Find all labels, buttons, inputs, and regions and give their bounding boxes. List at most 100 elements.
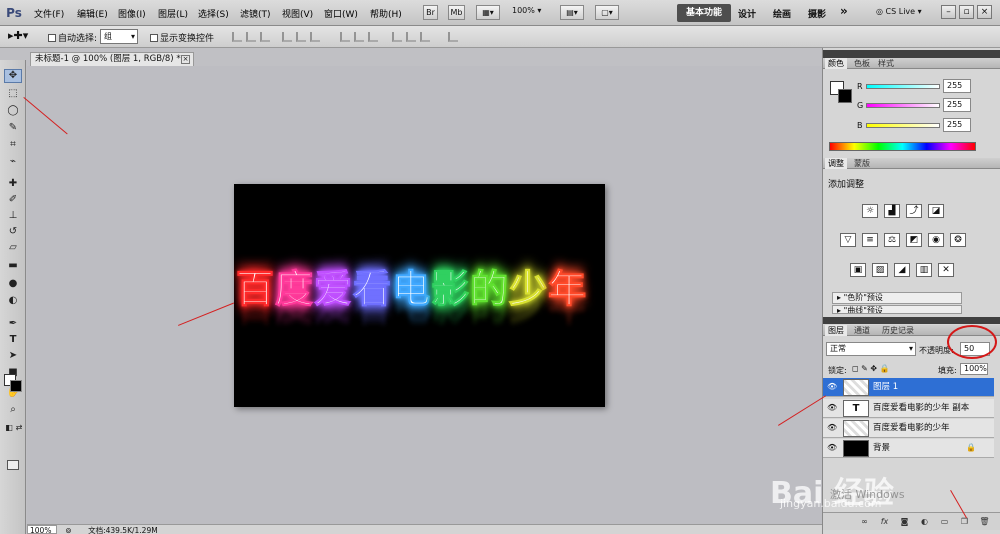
r-slider[interactable] [866,84,940,89]
tab-masks[interactable]: 蒙版 [851,158,873,169]
menu-window[interactable]: 窗口(W) [324,7,358,20]
distribute-top-icon[interactable] [340,32,350,42]
black-white-icon[interactable]: ◩ [906,233,922,247]
menu-file[interactable]: 文件(F) [34,7,64,20]
distribute-bottom-icon[interactable] [368,32,378,42]
preset-levels[interactable]: ▸ "色阶"预设 [832,292,962,304]
zoom-tool-icon[interactable]: ⌕ [6,404,20,416]
gradient-tool-icon[interactable]: ▬ [6,260,20,272]
menu-edit[interactable]: 编辑(E) [77,7,108,20]
status-zoom[interactable]: 100% [27,525,57,534]
blend-mode-select[interactable]: 正常 ▾ [826,342,916,356]
new-layer-icon[interactable]: ❐ [959,517,970,527]
align-bottom-icon[interactable] [260,32,270,42]
distribute-right-icon[interactable] [420,32,430,42]
g-slider[interactable] [866,103,940,108]
swap-colors-icon[interactable]: ⇄ [12,422,26,434]
restore-icon[interactable]: ▫ [959,5,974,19]
distribute-left-icon[interactable] [392,32,402,42]
brightness-contrast-icon[interactable]: ☼ [862,204,878,218]
status-info-icon[interactable]: ⊚ [65,526,71,534]
new-group-icon[interactable]: ▭ [939,517,950,527]
menu-help[interactable]: 帮助(H) [370,7,402,20]
screen-mode-button[interactable]: ▢▾ [595,5,619,20]
document-tab[interactable]: 未标题-1 @ 100% (图层 1, RGB/8) * × [30,52,194,66]
link-layers-icon[interactable]: ∞ [859,517,870,527]
menu-select[interactable]: 选择(S) [198,7,229,20]
auto-align-icon[interactable] [448,32,458,42]
arrange-documents-button[interactable]: ▤▾ [560,5,584,20]
b-input[interactable]: 255 [943,118,971,132]
marquee-tool-icon[interactable]: ⬚ [6,88,20,100]
color-spectrum[interactable] [829,142,976,151]
adjustment-layer-icon[interactable]: ◐ [919,517,930,527]
auto-select-target-select[interactable]: 组 ▾ [100,29,138,44]
hue-saturation-icon[interactable]: ≡ [862,233,878,247]
align-vcenter-icon[interactable] [246,32,256,42]
delete-layer-icon[interactable]: 🗑 [979,517,990,527]
history-brush-tool-icon[interactable]: ↺ [6,226,20,238]
selective-color-icon[interactable]: ✕ [938,263,954,277]
dodge-tool-icon[interactable]: ◐ [6,295,20,307]
layer-row-background[interactable]: 👁 背景 🔒 [823,439,994,458]
g-input[interactable]: 255 [943,98,971,112]
tab-layers[interactable]: 图层 [825,325,847,336]
quick-select-tool-icon[interactable]: ✎ [6,122,20,134]
auto-select-checkbox[interactable]: 自动选择: [48,31,97,44]
tab-channels[interactable]: 通道 [851,325,873,336]
show-transform-checkbox[interactable]: 显示变换控件 [150,31,214,44]
pen-tool-icon[interactable]: ✒ [6,318,20,330]
b-slider[interactable] [866,123,940,128]
more-workspaces-button[interactable]: » [840,4,848,18]
align-left-icon[interactable] [282,32,292,42]
eyedropper-tool-icon[interactable]: ⌁ [6,156,20,168]
distribute-vcenter-icon[interactable] [354,32,364,42]
color-panel-background-swatch[interactable] [838,89,852,103]
preset-curves[interactable]: ▸ "曲线"预设 [832,305,962,314]
type-tool-icon[interactable]: T [6,334,20,346]
color-balance-icon[interactable]: ⚖ [884,233,900,247]
channel-mixer-icon[interactable]: ❂ [950,233,966,247]
minimize-icon[interactable]: – [941,5,956,19]
lock-icons[interactable]: ◻ ✎ ✥ 🔒 [852,364,890,373]
brush-tool-icon[interactable]: ✐ [6,194,20,206]
menu-view[interactable]: 视图(V) [282,7,313,20]
tab-color[interactable]: 颜色 [825,58,847,69]
background-color-swatch[interactable] [10,380,22,392]
path-select-tool-icon[interactable]: ➤ [6,350,20,362]
tab-history[interactable]: 历史记录 [879,325,917,336]
photo-filter-icon[interactable]: ◉ [928,233,944,247]
fill-input[interactable]: 100% [960,363,988,375]
lasso-tool-icon[interactable]: ◯ [6,105,20,117]
zoom-level-select[interactable]: 100% ▾ [512,6,541,15]
layer-style-icon[interactable]: fx [879,517,890,527]
workspace-painting[interactable]: 绘画 [773,7,791,20]
threshold-icon[interactable]: ◢ [894,263,910,277]
crop-tool-icon[interactable]: ⌗ [6,139,20,151]
tab-styles[interactable]: 样式 [875,58,897,69]
vibrance-icon[interactable]: ▽ [840,233,856,247]
cs-live-menu[interactable]: ◎ CS Live ▾ [876,7,922,16]
curves-icon[interactable]: ⤴ [906,204,922,218]
levels-icon[interactable]: ▟ [884,204,900,218]
align-top-icon[interactable] [232,32,242,42]
quick-mask-icon[interactable] [7,460,19,470]
align-right-icon[interactable] [310,32,320,42]
r-input[interactable]: 255 [943,79,971,93]
document-canvas[interactable]: 百度爱看电影的少年 百度爱看电影的少年 [234,184,605,407]
bridge-button[interactable]: Br [423,5,438,20]
layer-row-text-raster[interactable]: 👁 百度爱看电影的少年 [823,419,994,438]
gradient-map-icon[interactable]: ▥ [916,263,932,277]
healing-brush-tool-icon[interactable]: ✚ [6,178,20,190]
layer-mask-icon[interactable]: ◙ [899,517,910,527]
close-icon[interactable]: × [977,5,992,19]
menu-layer[interactable]: 图层(L) [158,7,188,20]
workspace-photography[interactable]: 摄影 [808,7,826,20]
blur-tool-icon[interactable]: ● [6,278,20,290]
workspace-essentials[interactable]: 基本功能 [677,4,731,22]
mini-bridge-button[interactable]: Mb [448,5,465,20]
workspace-design[interactable]: 设计 [738,7,756,20]
eye-icon[interactable]: 👁 [827,382,837,392]
close-document-icon[interactable]: × [181,55,190,64]
distribute-hcenter-icon[interactable] [406,32,416,42]
